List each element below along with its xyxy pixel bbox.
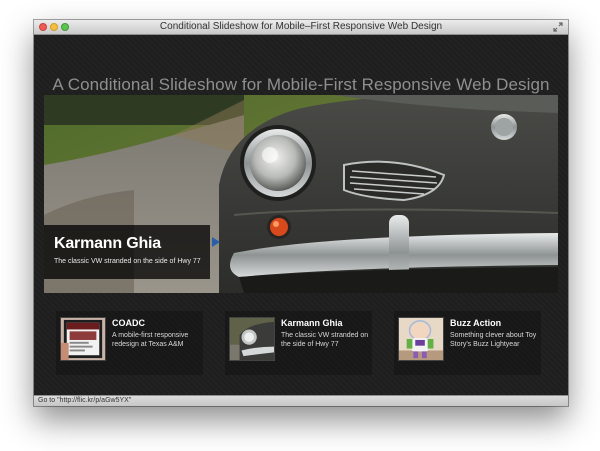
status-bar: Go to "http://flic.kr/p/aGw5YX" — [34, 395, 568, 406]
page-heading: A Conditional Slideshow for Mobile-First… — [52, 75, 550, 94]
slideshow-thumbnails: COADC A mobile-first responsive redesign… — [56, 311, 546, 377]
thumbnail-title: COADC — [112, 318, 145, 328]
thumbnail-description: The classic VW stranded on the side of H… — [281, 332, 369, 348]
car-photo-icon — [229, 317, 275, 361]
status-link-text: Go to "http://flic.kr/p/aGw5YX" — [38, 397, 132, 404]
thumbnail-description: Something clever about Toy Story's Buzz … — [450, 332, 537, 348]
thumbnail-title: Karmann Ghia — [281, 318, 343, 328]
browser-window: Conditional Slideshow for Mobile–First R… — [34, 20, 568, 406]
window-title: Conditional Slideshow for Mobile–First R… — [159, 21, 443, 32]
fullscreen-icon[interactable] — [553, 22, 563, 32]
caption-arrow-icon — [212, 237, 220, 247]
slide-title: Karmann Ghia — [54, 235, 161, 252]
thumbnail-buzz-action[interactable]: Buzz Action Something clever about Toy S… — [394, 311, 541, 375]
slide-caption: Karmann Ghia The classic VW stranded on … — [44, 225, 210, 279]
thumbnail-coadc[interactable]: COADC A mobile-first responsive redesign… — [56, 311, 203, 375]
slide-description: The classic VW stranded on the side of H… — [54, 258, 201, 265]
web-page: A Conditional Slideshow for Mobile-First… — [34, 35, 568, 395]
title-bar: Conditional Slideshow for Mobile–First R… — [34, 20, 568, 35]
phone-screenshot-icon — [60, 317, 106, 361]
thumbnail-karmann-ghia[interactable]: Karmann Ghia The classic VW stranded on … — [225, 311, 372, 375]
slideshow-main-slide[interactable]: Karmann Ghia The classic VW stranded on … — [44, 95, 558, 293]
thumbnail-title: Buzz Action — [450, 318, 502, 328]
thumbnail-description: A mobile-first responsive redesign at Te… — [112, 332, 189, 348]
toy-photo-icon — [398, 317, 444, 361]
